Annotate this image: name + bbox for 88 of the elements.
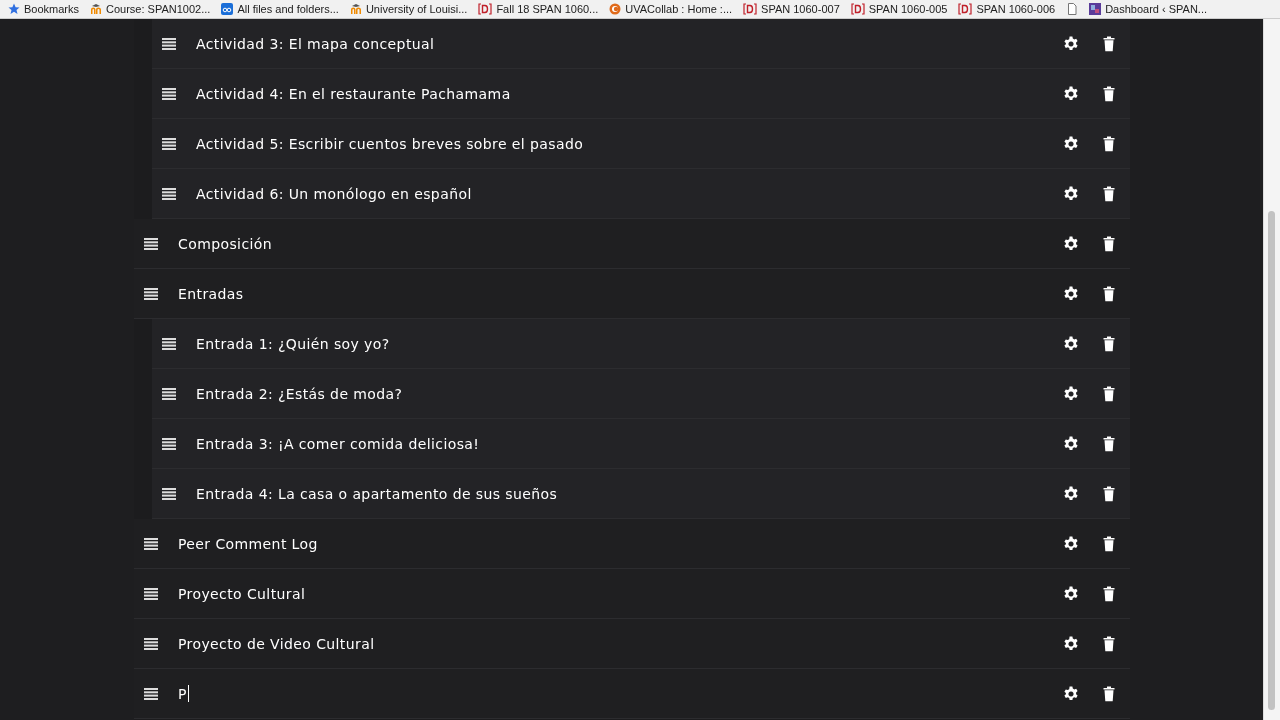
- drag-handle-icon[interactable]: [162, 87, 176, 100]
- trash-icon[interactable]: [1103, 285, 1115, 302]
- bookmark-link[interactable]: Fall 18 SPAN 1060...: [478, 3, 599, 15]
- drag-handle-icon[interactable]: [162, 37, 176, 50]
- drag-handle-icon[interactable]: [144, 237, 158, 250]
- list-row[interactable]: Entrada 1: ¿Quién soy yo?: [152, 319, 1130, 369]
- site-logo-icon: [1089, 3, 1102, 15]
- settings-icon[interactable]: [1063, 685, 1079, 702]
- drag-handle-icon[interactable]: [144, 287, 158, 300]
- settings-icon[interactable]: [1063, 35, 1079, 52]
- list-row[interactable]: Actividad 3: El mapa conceptual: [152, 19, 1130, 69]
- item-title: Entrada 1: ¿Quién soy yo?: [196, 335, 390, 352]
- trash-icon[interactable]: [1103, 685, 1115, 702]
- settings-icon[interactable]: [1063, 585, 1079, 602]
- bookmark-link[interactable]: [1066, 3, 1079, 15]
- circle-logo-icon: [609, 3, 622, 15]
- item-title: Entradas: [178, 285, 244, 302]
- settings-icon[interactable]: [1063, 485, 1079, 502]
- trash-icon[interactable]: [1103, 435, 1115, 452]
- trash-icon[interactable]: [1103, 35, 1115, 52]
- list-row[interactable]: Actividad 6: Un monólogo en español: [152, 169, 1130, 219]
- trash-icon[interactable]: [1103, 85, 1115, 102]
- bracket-icon: [958, 3, 973, 15]
- drag-handle-icon[interactable]: [162, 487, 176, 500]
- hat-icon: [349, 3, 362, 15]
- trash-icon[interactable]: [1103, 485, 1115, 502]
- settings-icon[interactable]: [1063, 335, 1079, 352]
- bracket-icon: [478, 3, 493, 15]
- settings-icon[interactable]: [1063, 185, 1079, 202]
- list-row[interactable]: Actividad 5: Escribir cuentos breves sobre el pasado: [152, 119, 1130, 169]
- drag-handle-icon[interactable]: [144, 637, 158, 650]
- bracket-icon: [850, 3, 865, 15]
- star-icon: [8, 3, 20, 15]
- bookmark-link[interactable]: Dashboard ‹ SPAN...: [1089, 3, 1208, 15]
- item-title: Actividad 4: En el restaurante Pachamama: [196, 85, 511, 102]
- drag-handle-icon[interactable]: [144, 537, 158, 550]
- bookmark-link[interactable]: SPAN 1060-005: [850, 3, 948, 15]
- item-title: Proyecto de Video Cultural: [178, 635, 375, 652]
- list-row[interactable]: Entrada 4: La casa o apartamento de sus sueños: [152, 469, 1130, 519]
- bookmark-link[interactable]: SPAN 1060-007: [743, 3, 840, 15]
- title-input[interactable]: P: [178, 685, 187, 702]
- item-title: Actividad 6: Un monólogo en español: [196, 185, 472, 202]
- trash-icon[interactable]: [1103, 185, 1115, 202]
- bookmark-link[interactable]: Course: SPAN1002...: [90, 3, 211, 15]
- trash-icon[interactable]: [1103, 585, 1115, 602]
- bookmark-link[interactable]: Bookmarks: [8, 3, 80, 15]
- trash-icon[interactable]: [1103, 335, 1115, 352]
- settings-icon[interactable]: [1063, 235, 1079, 252]
- item-title: Peer Comment Log: [178, 535, 318, 552]
- list-row[interactable]: Entrada 2: ¿Estás de moda?: [152, 369, 1130, 419]
- drag-handle-icon[interactable]: [162, 387, 176, 400]
- bookmark-link[interactable]: SPAN 1060-006: [958, 3, 1056, 15]
- settings-icon[interactable]: [1063, 85, 1079, 102]
- trash-icon[interactable]: [1103, 635, 1115, 652]
- hat-icon: [90, 3, 103, 15]
- file-icon: [1066, 3, 1079, 15]
- drag-handle-icon[interactable]: [162, 437, 176, 450]
- settings-icon[interactable]: [1063, 535, 1079, 552]
- drag-handle-icon[interactable]: [144, 587, 158, 600]
- item-title: Actividad 3: El mapa conceptual: [196, 35, 435, 52]
- trash-icon[interactable]: [1103, 385, 1115, 402]
- item-title: Composición: [178, 235, 273, 252]
- settings-icon[interactable]: [1063, 635, 1079, 652]
- item-title: Entrada 4: La casa o apartamento de sus sueños: [196, 485, 558, 502]
- trash-icon[interactable]: [1103, 135, 1115, 152]
- item-title: Proyecto Cultural: [178, 585, 306, 602]
- item-title: Entrada 3: ¡A comer comida deliciosa!: [196, 435, 480, 452]
- item-title: Entrada 2: ¿Estás de moda?: [196, 385, 403, 402]
- scrollbar[interactable]: [1263, 19, 1280, 720]
- settings-icon[interactable]: [1063, 285, 1079, 302]
- settings-icon[interactable]: [1063, 135, 1079, 152]
- drag-handle-icon[interactable]: [162, 337, 176, 350]
- settings-icon[interactable]: [1063, 435, 1079, 452]
- trash-icon[interactable]: [1103, 235, 1115, 252]
- drag-handle-icon[interactable]: [162, 187, 176, 200]
- list-row[interactable]: Entrada 3: ¡A comer comida deliciosa!: [152, 419, 1130, 469]
- bookmark-link[interactable]: All files and folders...: [221, 3, 339, 15]
- item-title: Actividad 5: Escribir cuentos breves sobre el pasado: [196, 135, 584, 152]
- settings-icon[interactable]: [1063, 385, 1079, 402]
- drag-handle-icon[interactable]: [162, 137, 176, 150]
- trash-icon[interactable]: [1103, 535, 1115, 552]
- bracket-icon: [743, 3, 758, 15]
- bookmark-link[interactable]: UVACollab : Home :...: [609, 3, 733, 15]
- box-logo-icon: [221, 3, 234, 15]
- bookmark-link[interactable]: University of Louisi...: [349, 3, 468, 15]
- list-row[interactable]: Actividad 4: En el restaurante Pachamama: [152, 69, 1130, 119]
- scrollbar-thumb[interactable]: [1268, 211, 1275, 710]
- drag-handle-icon[interactable]: [144, 687, 158, 700]
